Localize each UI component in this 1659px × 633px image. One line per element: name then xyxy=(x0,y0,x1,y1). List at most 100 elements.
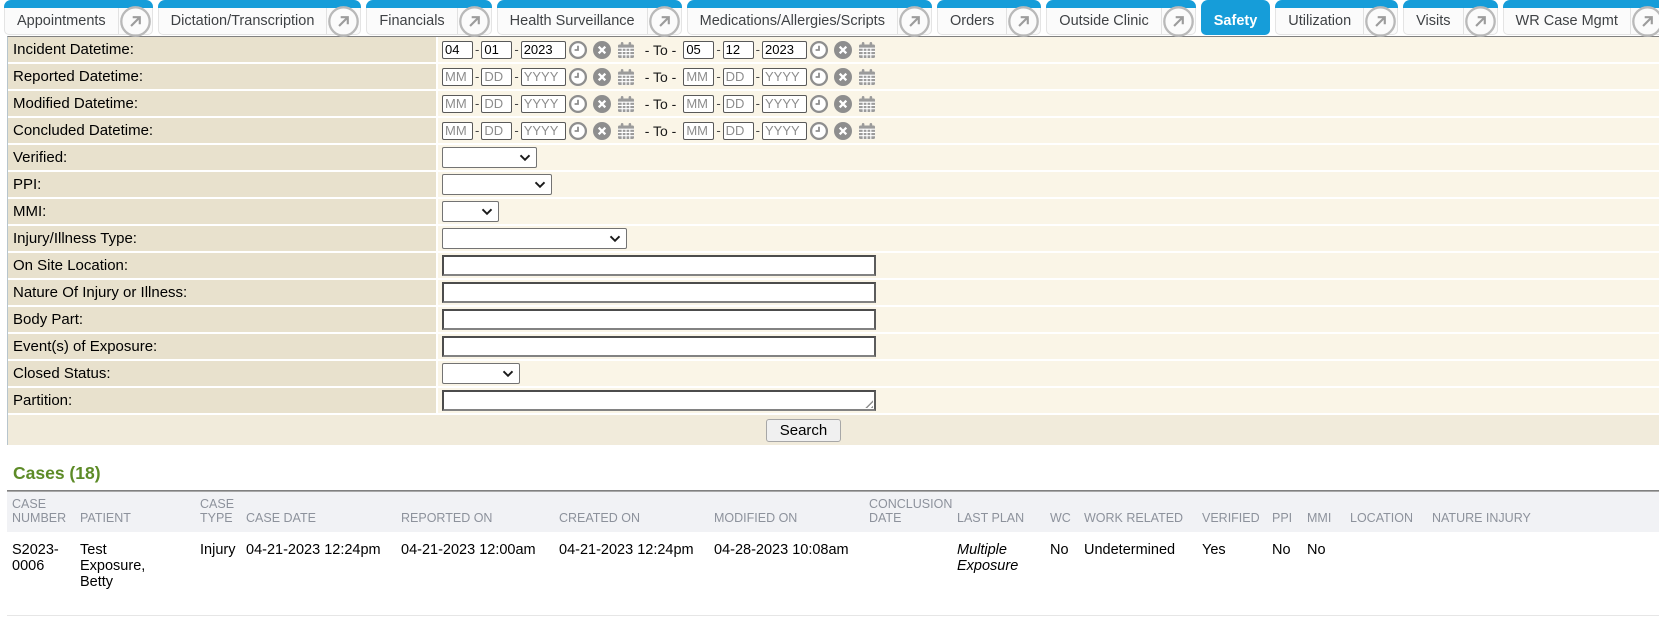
calendar-icon[interactable] xyxy=(616,94,636,114)
tab-medications-allergies-scripts[interactable]: Medications/Allergies/Scripts xyxy=(687,0,932,35)
concluded-datetime-to-yy-input[interactable] xyxy=(762,122,807,140)
reported-datetime-from-dd-input[interactable] xyxy=(481,68,512,86)
tab-body[interactable]: Outside Clinic xyxy=(1046,8,1195,35)
popout-icon[interactable] xyxy=(1161,8,1195,34)
concluded-datetime-to-dd-input[interactable] xyxy=(723,122,754,140)
concluded-datetime-from-yy-input[interactable] xyxy=(521,122,566,140)
table-row[interactable]: S2023-0006Test Exposure, BettyInjury04-2… xyxy=(7,532,1659,615)
verified-select[interactable] xyxy=(442,147,537,168)
clock-icon[interactable] xyxy=(568,67,588,87)
modified-datetime-to-yy-input[interactable] xyxy=(762,95,807,113)
closed-status-select[interactable] xyxy=(442,363,520,384)
on-site-location-input[interactable] xyxy=(442,255,876,276)
clear-icon[interactable] xyxy=(592,121,612,141)
reported-datetime-to-dd-input[interactable] xyxy=(723,68,754,86)
col-header-work-related[interactable]: WORK RELATED xyxy=(1079,492,1197,532)
popout-icon[interactable] xyxy=(118,8,152,34)
modified-datetime-from-dd-input[interactable] xyxy=(481,95,512,113)
popout-icon[interactable] xyxy=(1463,8,1497,34)
col-header-mmi[interactable]: MMI xyxy=(1302,492,1345,532)
tab-utilization[interactable]: Utilization xyxy=(1275,0,1398,35)
modified-datetime-to-mm-input[interactable] xyxy=(683,95,714,113)
incident-datetime-to-mm-input[interactable] xyxy=(683,41,714,59)
popout-icon[interactable] xyxy=(1006,8,1040,34)
tab-body[interactable]: Appointments xyxy=(4,8,153,35)
tab-body[interactable]: Financials xyxy=(366,8,491,35)
tab-health-surveillance[interactable]: Health Surveillance xyxy=(497,0,682,35)
clear-icon[interactable] xyxy=(833,121,853,141)
col-header-location[interactable]: LOCATION xyxy=(1345,492,1427,532)
reported-datetime-from-mm-input[interactable] xyxy=(442,68,473,86)
tab-body[interactable]: Safety xyxy=(1201,8,1271,35)
incident-datetime-from-dd-input[interactable] xyxy=(481,41,512,59)
col-header-reported-on[interactable]: REPORTED ON xyxy=(396,492,554,532)
col-header-case-type[interactable]: CASE TYPE xyxy=(195,492,241,532)
tab-financials[interactable]: Financials xyxy=(366,0,491,35)
tab-visits[interactable]: Visits xyxy=(1403,0,1497,35)
incident-datetime-from-yy-input[interactable] xyxy=(521,41,566,59)
nature-of-injury-or-illness-input[interactable] xyxy=(442,282,876,303)
tab-body[interactable]: Visits xyxy=(1403,8,1497,35)
tab-outside-clinic[interactable]: Outside Clinic xyxy=(1046,0,1195,35)
calendar-icon[interactable] xyxy=(857,40,877,60)
reported-datetime-to-mm-input[interactable] xyxy=(683,68,714,86)
clock-icon[interactable] xyxy=(568,40,588,60)
col-header-modified-on[interactable]: MODIFIED ON xyxy=(709,492,864,532)
col-header-case-date[interactable]: CASE DATE xyxy=(241,492,396,532)
calendar-icon[interactable] xyxy=(616,67,636,87)
tab-body[interactable]: Dictation/Transcription xyxy=(158,8,362,35)
clear-icon[interactable] xyxy=(592,94,612,114)
clear-icon[interactable] xyxy=(833,94,853,114)
mmi-select[interactable] xyxy=(442,201,499,222)
col-header-case-number[interactable]: CASE NUMBER xyxy=(7,492,75,532)
popout-icon[interactable] xyxy=(647,8,681,34)
partition-input[interactable] xyxy=(442,390,876,411)
tab-orders[interactable]: Orders xyxy=(937,0,1041,35)
incident-datetime-to-dd-input[interactable] xyxy=(723,41,754,59)
concluded-datetime-to-mm-input[interactable] xyxy=(683,122,714,140)
tab-appointments[interactable]: Appointments xyxy=(4,0,153,35)
reported-datetime-to-yy-input[interactable] xyxy=(762,68,807,86)
clear-icon[interactable] xyxy=(833,40,853,60)
col-header-created-on[interactable]: CREATED ON xyxy=(554,492,709,532)
popout-icon[interactable] xyxy=(897,8,931,34)
calendar-icon[interactable] xyxy=(616,121,636,141)
tab-wr-case-mgmt[interactable]: WR Case Mgmt xyxy=(1503,0,1659,35)
modified-datetime-from-yy-input[interactable] xyxy=(521,95,566,113)
clear-icon[interactable] xyxy=(592,67,612,87)
clock-icon[interactable] xyxy=(568,121,588,141)
tab-safety[interactable]: Safety xyxy=(1201,0,1271,35)
ppi-select[interactable] xyxy=(442,174,552,195)
calendar-icon[interactable] xyxy=(616,40,636,60)
modified-datetime-to-dd-input[interactable] xyxy=(723,95,754,113)
reported-datetime-from-yy-input[interactable] xyxy=(521,68,566,86)
clock-icon[interactable] xyxy=(809,40,829,60)
tab-body[interactable]: Orders xyxy=(937,8,1041,35)
col-header-ppi[interactable]: PPI xyxy=(1267,492,1302,532)
event-s-of-exposure-input[interactable] xyxy=(442,336,876,357)
popout-icon[interactable] xyxy=(1630,8,1659,34)
tab-body[interactable]: Health Surveillance xyxy=(497,8,682,35)
col-header-patient[interactable]: PATIENT xyxy=(75,492,195,532)
popout-icon[interactable] xyxy=(326,8,360,34)
calendar-icon[interactable] xyxy=(857,94,877,114)
search-button[interactable]: Search xyxy=(766,419,842,442)
popout-icon[interactable] xyxy=(1363,8,1397,34)
col-header-nature-injury[interactable]: NATURE INJURY xyxy=(1427,492,1557,532)
col-header-wc[interactable]: WC xyxy=(1045,492,1079,532)
popout-icon[interactable] xyxy=(457,8,491,34)
clock-icon[interactable] xyxy=(809,67,829,87)
clock-icon[interactable] xyxy=(568,94,588,114)
tab-body[interactable]: WR Case Mgmt xyxy=(1503,8,1659,35)
col-header-conclusion-date[interactable]: CONCLUSION DATE xyxy=(864,492,952,532)
tab-body[interactable]: Utilization xyxy=(1275,8,1398,35)
tab-dictation-transcription[interactable]: Dictation/Transcription xyxy=(158,0,362,35)
col-header-verified[interactable]: VERIFIED xyxy=(1197,492,1267,532)
col-header-last-plan[interactable]: LAST PLAN xyxy=(952,492,1045,532)
clock-icon[interactable] xyxy=(809,121,829,141)
incident-datetime-from-mm-input[interactable] xyxy=(442,41,473,59)
incident-datetime-to-yy-input[interactable] xyxy=(762,41,807,59)
modified-datetime-from-mm-input[interactable] xyxy=(442,95,473,113)
tab-body[interactable]: Medications/Allergies/Scripts xyxy=(687,8,932,35)
concluded-datetime-from-dd-input[interactable] xyxy=(481,122,512,140)
